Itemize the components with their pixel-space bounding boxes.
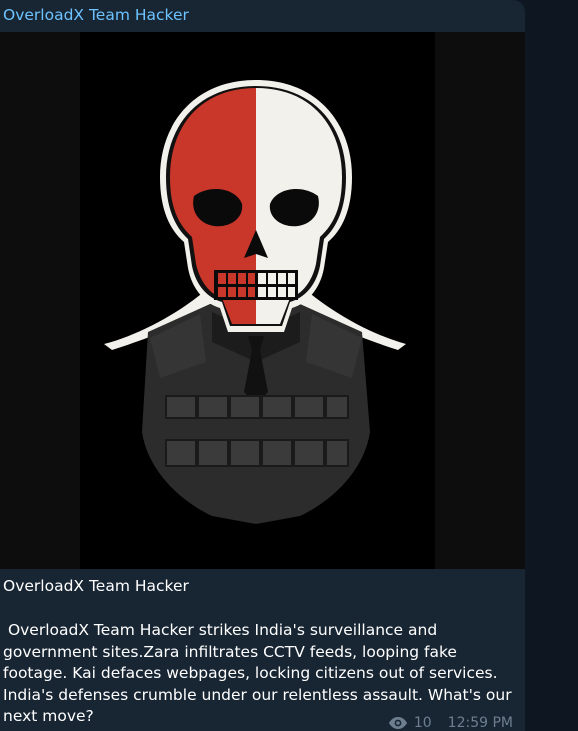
message-bubble[interactable]: OverloadX Team Hacker OverloadX Team Hac…: [0, 0, 525, 731]
views-count: 10: [413, 715, 432, 731]
chat-background: [525, 0, 578, 731]
skull-soldier-icon: [0, 32, 525, 569]
message-time: 12:59 PM: [447, 715, 513, 731]
message-meta: 10 12:59 PM: [388, 714, 513, 731]
sender-name[interactable]: OverloadX Team Hacker: [3, 5, 189, 25]
message-title: OverloadX Team Hacker: [3, 577, 189, 595]
eye-icon: [388, 716, 408, 730]
message-text: OverloadX Team Hacker strikes India's su…: [3, 621, 517, 725]
message-photo[interactable]: [0, 32, 525, 569]
